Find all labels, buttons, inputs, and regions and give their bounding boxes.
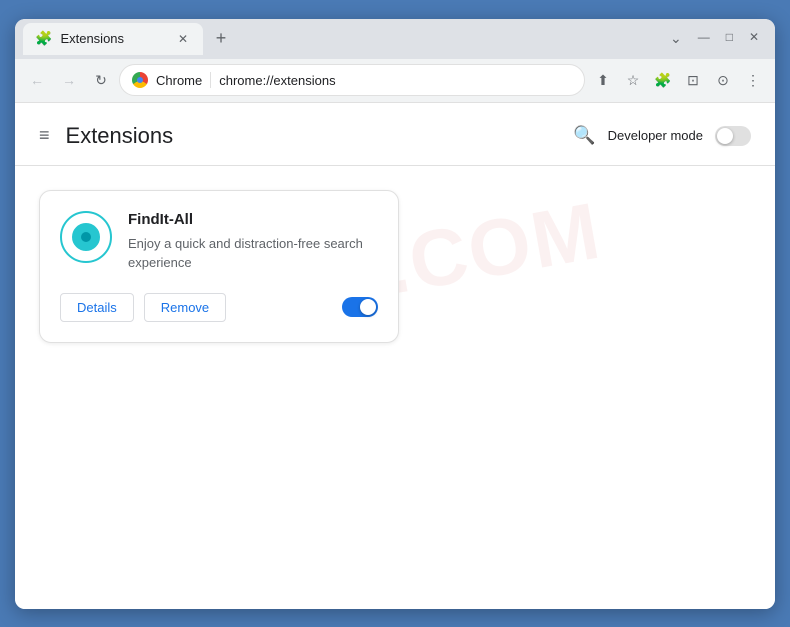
address-separator bbox=[210, 72, 211, 88]
developer-mode-label: Developer mode bbox=[608, 128, 703, 143]
card-bottom: Details Remove bbox=[60, 293, 378, 322]
extensions-toolbar-icon[interactable]: 🧩 bbox=[649, 66, 677, 94]
extension-name: FindIt-All bbox=[128, 211, 378, 228]
extensions-grid: RISK.COM FindIt-All Enjoy a quick and di… bbox=[15, 166, 775, 367]
card-top: FindIt-All Enjoy a quick and distraction… bbox=[60, 211, 378, 273]
tab-title: Extensions bbox=[60, 31, 167, 46]
extension-icon-graphic bbox=[72, 223, 100, 251]
extension-card: FindIt-All Enjoy a quick and distraction… bbox=[39, 190, 399, 343]
extension-info: FindIt-All Enjoy a quick and distraction… bbox=[128, 211, 378, 273]
url-text: chrome://extensions bbox=[219, 73, 572, 88]
browser-window: 🧩 Extensions ✕ + ⌄ — □ ✕ ← → ↻ Chrome ch… bbox=[15, 19, 775, 609]
reload-button[interactable]: ↻ bbox=[87, 66, 115, 94]
toggle-on-indicator bbox=[342, 297, 378, 317]
extension-icon bbox=[60, 211, 112, 263]
tab-strip: 🧩 Extensions ✕ + bbox=[23, 23, 670, 55]
share-icon[interactable]: ⬆ bbox=[589, 66, 617, 94]
developer-mode-toggle[interactable] bbox=[715, 126, 751, 146]
active-tab[interactable]: 🧩 Extensions ✕ bbox=[23, 23, 203, 55]
page-title: Extensions bbox=[66, 123, 574, 149]
forward-button[interactable]: → bbox=[55, 66, 83, 94]
tab-close-button[interactable]: ✕ bbox=[175, 31, 191, 47]
extension-toggle[interactable] bbox=[342, 297, 378, 317]
maximize-button[interactable]: □ bbox=[726, 30, 733, 47]
menu-icon[interactable]: ⋮ bbox=[739, 66, 767, 94]
profile-icon[interactable]: ⊙ bbox=[709, 66, 737, 94]
extensions-header: ≡ Extensions 🔍 Developer mode bbox=[15, 103, 775, 166]
minimize-button[interactable]: — bbox=[698, 30, 710, 47]
details-button[interactable]: Details bbox=[60, 293, 134, 322]
tab-search-icon[interactable]: ⊡ bbox=[679, 66, 707, 94]
new-tab-button[interactable]: + bbox=[207, 25, 235, 53]
extension-description: Enjoy a quick and distraction-free searc… bbox=[128, 234, 378, 273]
header-actions: 🔍 Developer mode bbox=[573, 125, 751, 146]
site-name: Chrome bbox=[156, 73, 202, 88]
window-controls: ⌄ — □ ✕ bbox=[670, 30, 767, 47]
search-icon[interactable]: 🔍 bbox=[573, 125, 595, 146]
toolbar-actions: ⬆ ☆ 🧩 ⊡ ⊙ ⋮ bbox=[589, 66, 767, 94]
remove-button[interactable]: Remove bbox=[144, 293, 226, 322]
back-button[interactable]: ← bbox=[23, 66, 51, 94]
chrome-logo-icon bbox=[132, 72, 148, 88]
tab-icon: 🧩 bbox=[35, 30, 52, 47]
bookmark-icon[interactable]: ☆ bbox=[619, 66, 647, 94]
page-content: ≡ Extensions 🔍 Developer mode RISK.COM bbox=[15, 103, 775, 609]
title-bar: 🧩 Extensions ✕ + ⌄ — □ ✕ bbox=[15, 19, 775, 59]
hamburger-menu-icon[interactable]: ≡ bbox=[39, 125, 50, 146]
toolbar: ← → ↻ Chrome chrome://extensions ⬆ ☆ 🧩 ⊡… bbox=[15, 59, 775, 103]
close-button[interactable]: ✕ bbox=[749, 30, 759, 47]
chevron-down-icon[interactable]: ⌄ bbox=[670, 30, 682, 47]
address-bar[interactable]: Chrome chrome://extensions bbox=[119, 64, 585, 96]
